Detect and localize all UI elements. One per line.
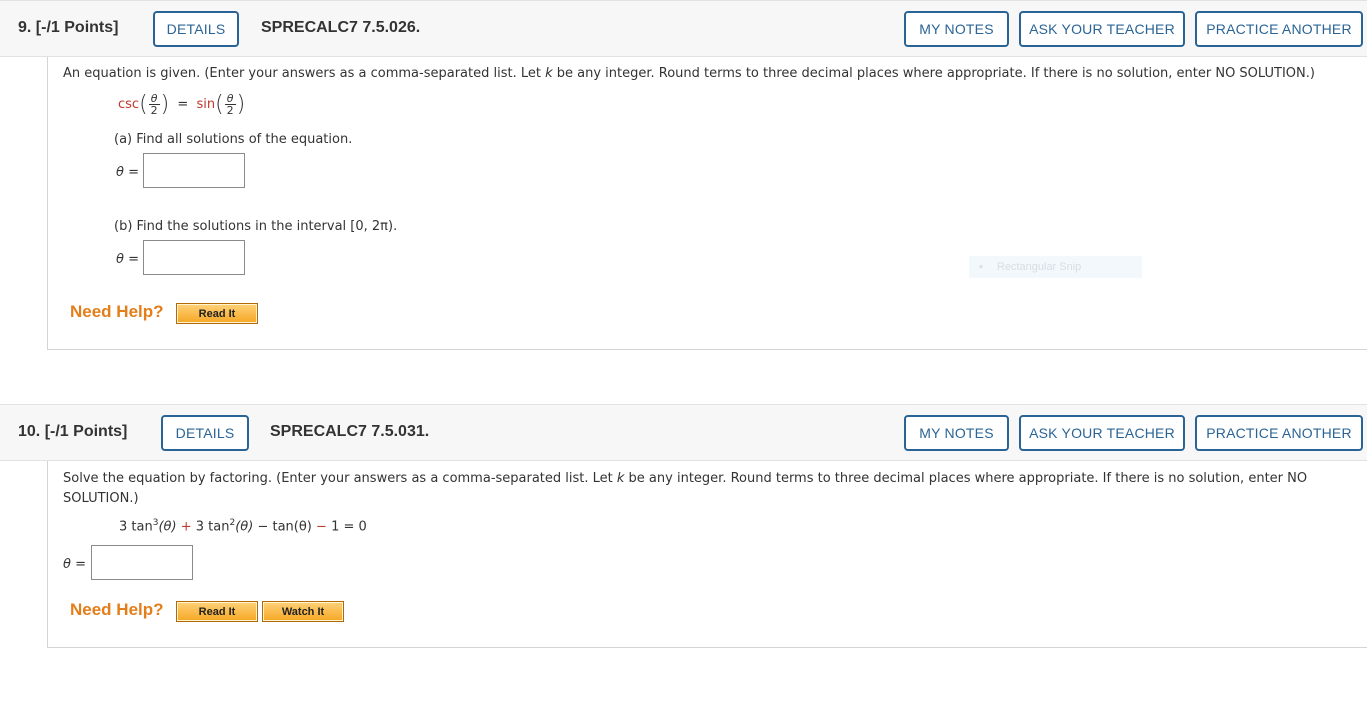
part-a-label: θ =	[116, 165, 139, 180]
need-help-label: Need Help?	[70, 600, 164, 619]
question-points: [-/1 Points]	[44, 423, 128, 440]
instructions-line-1: Solve the equation by factoring. (Enter …	[63, 471, 1307, 486]
argument: (θ)	[158, 519, 177, 535]
equation: csc(θ 2) = sin(θ 2)	[118, 92, 245, 117]
paren-open: (	[139, 92, 148, 117]
question-10-body: Solve the equation by factoring. (Enter …	[47, 461, 1367, 648]
need-help-label: Need Help?	[70, 302, 164, 321]
question-number: 9.	[18, 19, 32, 36]
argument: (θ)	[235, 519, 254, 535]
my-notes-button[interactable]: MY NOTES	[904, 415, 1009, 451]
question-10-number-points: 10. [-/1 Points]	[18, 423, 127, 441]
part-b-label: θ =	[116, 252, 139, 267]
minus-sign: −	[316, 519, 327, 535]
fraction: θ2	[224, 93, 236, 117]
term-2: 3 tan	[195, 519, 230, 535]
csc-function: csc	[118, 97, 140, 112]
denominator: 2	[150, 104, 158, 117]
term-1: 3 tan	[119, 519, 153, 535]
instructions-text: An equation is given. (Enter your answer…	[63, 66, 546, 81]
question-number: 10.	[18, 423, 41, 440]
my-notes-button[interactable]: MY NOTES	[904, 11, 1009, 47]
part-a-prompt: (a) Find all solutions of the equation.	[114, 132, 353, 147]
part-b-answer-input[interactable]	[143, 240, 245, 275]
read-it-button[interactable]: Read It	[176, 303, 258, 324]
part-b-prompt: (b) Find the solutions in the interval […	[114, 219, 398, 234]
sin-function: sin	[196, 97, 216, 112]
question-code: SPRECALC7 7.5.031.	[270, 423, 430, 440]
fraction: θ2	[148, 93, 160, 117]
instructions-text: be any integer. Round terms to three dec…	[552, 66, 1315, 81]
right-hand-side: 1 = 0	[331, 519, 367, 535]
ask-your-teacher-button[interactable]: ASK YOUR TEACHER	[1019, 11, 1185, 47]
instructions-text: Solve the equation by factoring. (Enter …	[63, 471, 617, 486]
practice-another-button[interactable]: PRACTICE ANOTHER	[1195, 11, 1363, 47]
paren-open: (	[215, 92, 224, 117]
snip-icon: ▪	[979, 261, 983, 273]
paren-close: )	[236, 92, 246, 117]
question-9-number-points: 9. [-/1 Points]	[18, 19, 118, 37]
instructions: An equation is given. (Enter your answer…	[63, 66, 1315, 81]
equation: 3 tan3(θ) + 3 tan2(θ) − tan(θ) − 1 = 0	[119, 518, 367, 534]
details-button[interactable]: DETAILS	[153, 11, 239, 47]
term-3: − tan(θ)	[257, 519, 312, 535]
denominator: 2	[226, 104, 234, 117]
paren-close: )	[160, 92, 170, 117]
details-button[interactable]: DETAILS	[161, 415, 249, 451]
ask-your-teacher-button[interactable]: ASK YOUR TEACHER	[1019, 415, 1185, 451]
equals-sign: =	[177, 97, 189, 112]
rectangular-snip-overlay: ▪ Rectangular Snip	[969, 256, 1142, 278]
part-a-answer-input[interactable]	[143, 153, 245, 188]
answer-label: θ =	[63, 557, 86, 572]
practice-another-button[interactable]: PRACTICE ANOTHER	[1195, 415, 1363, 451]
variable-k: k	[545, 66, 553, 81]
instructions-line-2: SOLUTION.)	[63, 491, 139, 506]
question-9-body: An equation is given. (Enter your answer…	[47, 57, 1367, 350]
question-points: [-/1 Points]	[35, 19, 119, 36]
instructions-text: be any integer. Round terms to three dec…	[624, 471, 1308, 486]
watch-it-button[interactable]: Watch It	[262, 601, 344, 622]
read-it-button[interactable]: Read It	[176, 601, 258, 622]
snip-label: Rectangular Snip	[996, 261, 1082, 273]
question-code: SPRECALC7 7.5.026.	[261, 19, 421, 36]
question-10-header: 10. [-/1 Points] DETAILS SPRECALC7 7.5.0…	[0, 404, 1367, 461]
plus-sign: +	[180, 519, 192, 535]
question-9-header: 9. [-/1 Points] DETAILS SPRECALC7 7.5.02…	[0, 0, 1367, 57]
answer-input[interactable]	[91, 545, 193, 580]
